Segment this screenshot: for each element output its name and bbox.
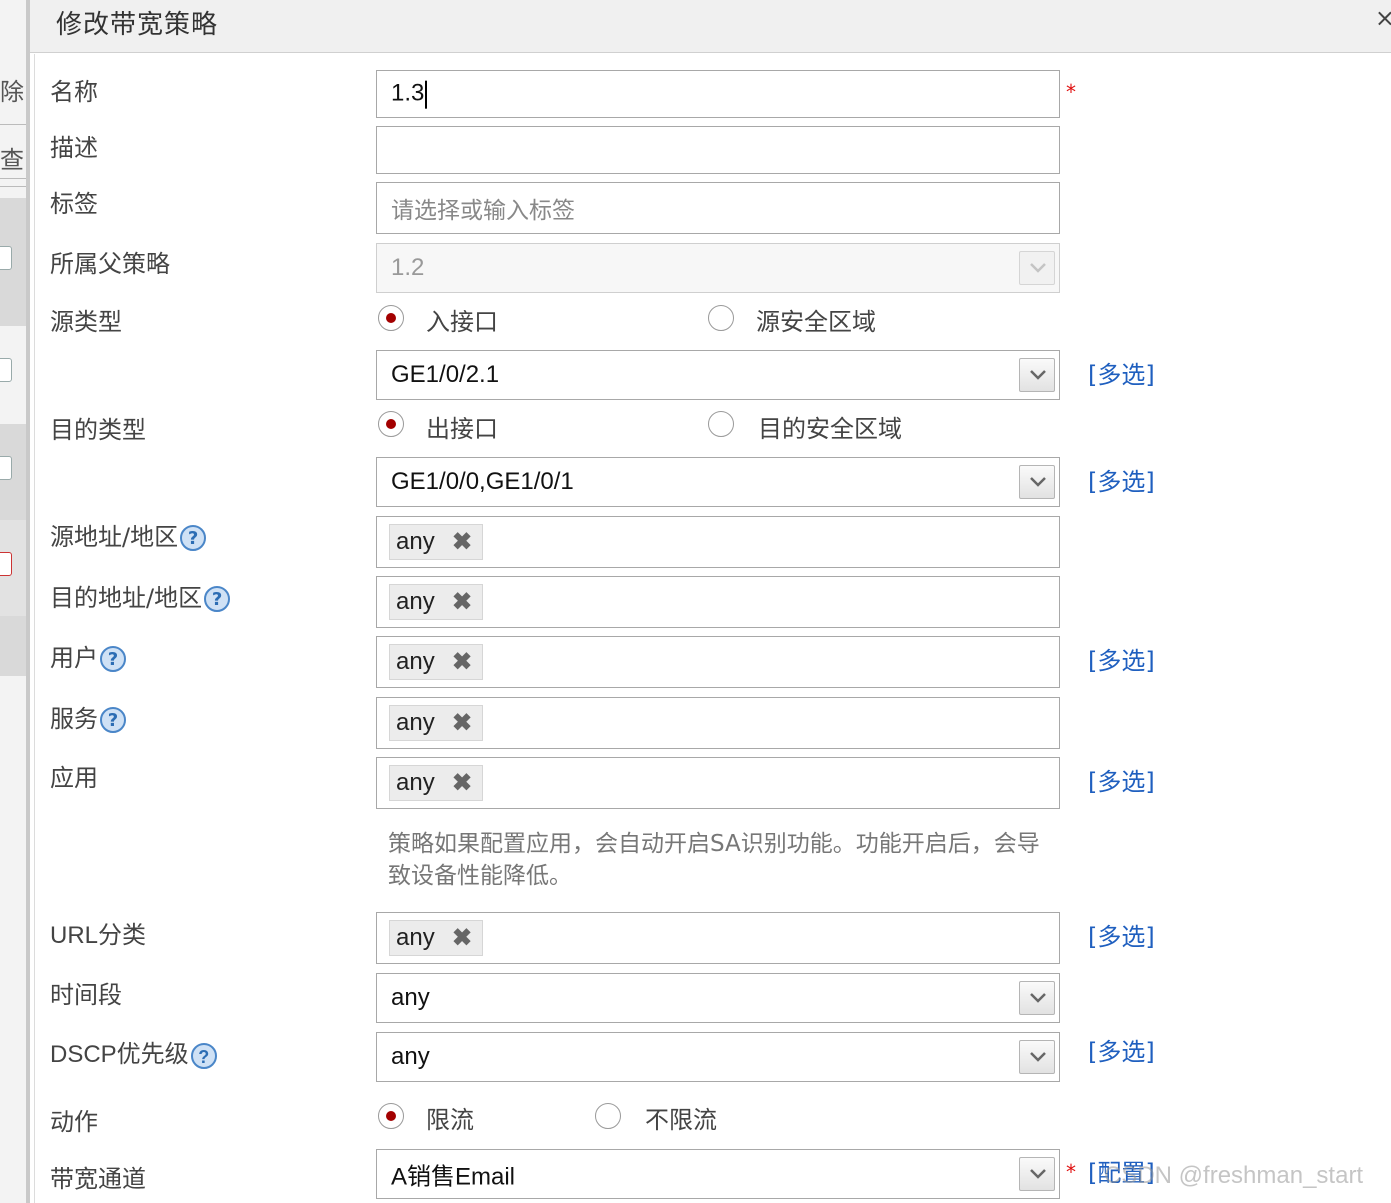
remove-tag-icon[interactable]: ✖ <box>452 528 472 557</box>
divider <box>0 124 26 125</box>
application-multi-select-link[interactable]: [多选] <box>1088 762 1155 797</box>
bandwidth-channel-select[interactable]: A销售Email <box>376 1149 1060 1199</box>
dest-security-zone-label: 目的安全区域 <box>758 415 902 443</box>
tag-any: any ✖ <box>389 920 483 956</box>
application-hint-text: 策略如果配置应用，会自动开启SA识别功能。功能开启后，会导致设备性能降低。 <box>388 831 1040 889</box>
background-row <box>0 616 26 676</box>
user-label: 用户? <box>50 638 126 673</box>
help-icon[interactable]: ? <box>180 525 207 551</box>
user-input[interactable]: any ✖ <box>376 636 1060 688</box>
source-address-label: 源地址/地区? <box>50 517 207 552</box>
dest-interface-select[interactable]: GE1/0/0,GE1/0/1 <box>376 457 1060 507</box>
service-label: 服务? <box>50 699 126 734</box>
time-range-select[interactable]: any <box>376 973 1060 1023</box>
tag-any: any ✖ <box>389 765 483 801</box>
watermark: CSDN @freshman_start <box>1104 1162 1364 1189</box>
chevron-down-icon[interactable] <box>1019 358 1055 392</box>
dscp-multi-select-link[interactable]: [多选] <box>1088 1032 1155 1067</box>
source-security-zone-label: 源安全区域 <box>756 308 876 336</box>
background-checkbox <box>0 456 12 480</box>
source-address-input[interactable]: any ✖ <box>376 516 1060 568</box>
radio-source-security-zone[interactable] <box>708 305 734 331</box>
tags-input[interactable]: 请选择或输入标签 <box>376 182 1060 234</box>
chevron-down-icon <box>1019 251 1055 285</box>
dest-address-input[interactable]: any ✖ <box>376 576 1060 628</box>
chevron-down-icon[interactable] <box>1019 981 1055 1015</box>
dialog-header: 修改带宽策略 × <box>30 0 1391 53</box>
name-label: 名称 <box>50 78 98 106</box>
remove-tag-icon[interactable]: ✖ <box>452 924 472 953</box>
required-mark: * <box>1066 1160 1076 1184</box>
help-icon[interactable]: ? <box>100 646 126 672</box>
chevron-down-icon[interactable] <box>1019 1040 1055 1074</box>
action-label: 动作 <box>50 1108 98 1136</box>
divider <box>0 186 26 187</box>
chevron-down-icon[interactable] <box>1019 1157 1055 1191</box>
remove-tag-icon[interactable]: ✖ <box>452 588 472 617</box>
radio-dest-security-zone[interactable] <box>708 411 734 437</box>
action-no-limit-label: 不限流 <box>645 1106 717 1134</box>
background-text-fragment: 查 <box>0 146 24 174</box>
dest-type-label: 目的类型 <box>50 416 146 444</box>
url-category-input[interactable]: any ✖ <box>376 912 1060 964</box>
dscp-label: DSCP优先级? <box>50 1034 217 1069</box>
background-page-strip: 除 查 <box>0 0 26 1203</box>
divider <box>0 178 26 179</box>
tag-any: any ✖ <box>389 584 483 620</box>
action-rate-limit-label: 限流 <box>426 1106 474 1134</box>
chevron-down-icon[interactable] <box>1019 465 1055 499</box>
radio-dest-out-interface[interactable] <box>378 411 404 437</box>
source-interface-multi-select-link[interactable]: [多选] <box>1088 355 1155 390</box>
radio-action-no-limit[interactable] <box>595 1103 621 1129</box>
tags-label: 标签 <box>50 190 98 218</box>
dest-address-label: 目的地址/地区? <box>50 578 231 613</box>
help-icon[interactable]: ? <box>100 707 126 733</box>
url-category-label: URL分类 <box>50 922 147 949</box>
source-in-interface-label: 入接口 <box>426 308 498 336</box>
url-category-multi-select-link[interactable]: [多选] <box>1088 917 1155 952</box>
bandwidth-channel-value: A销售Email <box>391 1163 516 1191</box>
tags-placeholder: 请选择或输入标签 <box>391 198 575 224</box>
parent-policy-select: 1.2 <box>376 243 1060 293</box>
tag-any: any ✖ <box>389 524 483 560</box>
parent-policy-value: 1.2 <box>391 254 425 281</box>
source-interface-value: GE1/0/2.1 <box>391 361 500 388</box>
parent-policy-label: 所属父策略 <box>50 250 170 278</box>
radio-source-in-interface[interactable] <box>378 305 404 331</box>
time-range-value: any <box>391 984 430 1011</box>
dialog-title: 修改带宽策略 <box>56 10 219 40</box>
description-label: 描述 <box>50 134 98 162</box>
background-text-fragment: 除 <box>0 78 24 106</box>
time-range-label: 时间段 <box>50 981 122 1009</box>
tag-any: any ✖ <box>389 705 483 741</box>
background-checkbox <box>0 358 12 382</box>
application-label: 应用 <box>50 764 98 792</box>
help-icon[interactable]: ? <box>190 1042 217 1069</box>
remove-tag-icon[interactable]: ✖ <box>452 648 472 677</box>
remove-tag-icon[interactable]: ✖ <box>452 709 472 738</box>
name-input[interactable]: 1.3 <box>376 70 1060 118</box>
dest-interface-value: GE1/0/0,GE1/0/1 <box>391 468 574 495</box>
dscp-select[interactable]: any <box>376 1032 1060 1082</box>
description-input[interactable] <box>376 126 1060 174</box>
radio-action-rate-limit[interactable] <box>378 1103 404 1129</box>
application-input[interactable]: any ✖ <box>376 757 1060 809</box>
dest-out-interface-label: 出接口 <box>426 415 498 443</box>
user-multi-select-link[interactable]: [多选] <box>1088 641 1155 676</box>
background-checkbox <box>0 246 12 270</box>
help-icon[interactable]: ? <box>204 586 231 612</box>
dscp-value: any <box>391 1043 430 1070</box>
remove-tag-icon[interactable]: ✖ <box>452 769 472 798</box>
name-value: 1.3 <box>391 79 425 107</box>
source-interface-select[interactable]: GE1/0/2.1 <box>376 350 1060 400</box>
background-checkbox <box>0 552 12 576</box>
close-icon[interactable]: × <box>1375 4 1391 32</box>
source-type-label: 源类型 <box>50 308 122 336</box>
bandwidth-channel-label: 带宽通道 <box>50 1165 146 1193</box>
dest-interface-multi-select-link[interactable]: [多选] <box>1088 462 1155 497</box>
tag-any: any ✖ <box>389 644 483 680</box>
text-cursor <box>425 80 428 109</box>
service-input[interactable]: any ✖ <box>376 697 1060 749</box>
required-mark: * <box>1066 80 1076 104</box>
